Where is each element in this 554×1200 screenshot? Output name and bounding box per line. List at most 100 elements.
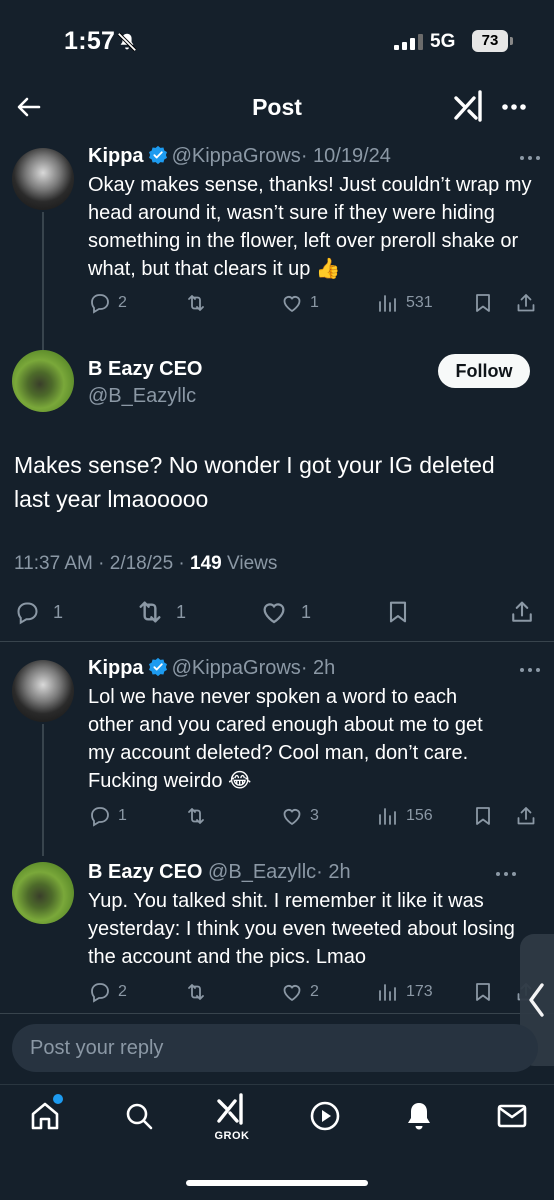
views-count: 149: [190, 553, 222, 574]
reply-button[interactable]: 1: [88, 801, 127, 831]
main-author-handle: @B_Eazyllc: [88, 385, 197, 407]
bookmark-button[interactable]: [471, 801, 495, 831]
chevron-left-icon: [529, 983, 544, 1017]
tab-videos[interactable]: [308, 1099, 348, 1139]
views-icon: [379, 808, 396, 825]
like-button[interactable]: 1: [259, 597, 311, 627]
verified-badge-icon: [148, 657, 167, 677]
avatar[interactable]: [12, 660, 74, 722]
repost-count: 1: [176, 601, 187, 622]
tweet-actions: 2 1 531: [88, 288, 538, 318]
share-icon: [517, 294, 535, 312]
tweet-author-line: Kippa @KippaGrows· 10/19/24: [88, 145, 391, 168]
battery-icon: 73: [472, 30, 508, 52]
reply-icon: [91, 983, 109, 1003]
avatar[interactable]: [12, 148, 74, 210]
heart-icon: [263, 603, 285, 624]
views-count: 156: [406, 807, 433, 824]
avatar[interactable]: [12, 862, 74, 924]
bell-off-icon: [117, 32, 137, 52]
like-count: 3: [310, 807, 319, 824]
grok-icon[interactable]: [452, 88, 488, 124]
repost-icon: [139, 601, 161, 623]
post-timestamp: 11:37 AM · 2/18/25 ·: [14, 553, 191, 574]
views-icon: [379, 984, 396, 1001]
share-button[interactable]: [514, 801, 538, 831]
main-post-actions: 1 1 1: [14, 597, 540, 627]
tweet-more-icon[interactable]: [516, 660, 544, 680]
author-name[interactable]: B Eazy CEO: [88, 861, 202, 883]
tweet-time: · 2h: [300, 657, 336, 679]
repost-button[interactable]: [184, 288, 208, 318]
share-button[interactable]: [514, 288, 538, 318]
reply-icon: [91, 294, 109, 314]
signal-icon: [394, 34, 423, 50]
more-options-icon[interactable]: [498, 92, 530, 122]
reply-icon: [17, 601, 38, 624]
repost-icon: [188, 984, 204, 1000]
reply-button[interactable]: 2: [88, 288, 127, 318]
bookmark-button[interactable]: [471, 288, 495, 318]
views-button[interactable]: 156: [376, 801, 433, 831]
reply-count: 2: [118, 983, 127, 1000]
verified-badge-icon: [148, 145, 167, 165]
author-handle[interactable]: @KippaGrows: [172, 145, 301, 167]
follow-button[interactable]: Follow: [438, 354, 530, 388]
share-button[interactable]: [508, 597, 536, 627]
author-name[interactable]: Kippa: [88, 145, 144, 167]
search-icon: [126, 1103, 153, 1130]
divider: [0, 641, 554, 642]
views-button[interactable]: 531: [376, 288, 433, 318]
tab-messages[interactable]: [495, 1099, 535, 1139]
tab-grok[interactable]: [215, 1091, 255, 1131]
repost-icon: [188, 808, 204, 824]
post-meta: 11:37 AM · 2/18/25 · 149 Views: [14, 553, 277, 575]
bookmark-button[interactable]: [384, 597, 412, 627]
home-icon: [31, 1102, 59, 1130]
repost-button[interactable]: [184, 977, 208, 1007]
tab-notifications[interactable]: [402, 1099, 442, 1139]
tweet-text: Yup. You talked shit. I remember it like…: [88, 890, 515, 968]
like-count: 2: [310, 983, 319, 1000]
views-button[interactable]: 173: [376, 977, 433, 1007]
tweet-text: Okay makes sense, thanks! Just couldn’t …: [88, 174, 532, 280]
like-button[interactable]: 2: [280, 977, 319, 1007]
repost-button[interactable]: [184, 801, 208, 831]
tweet-more-icon[interactable]: [516, 148, 544, 168]
views-icon: [379, 295, 396, 312]
share-icon: [517, 807, 535, 825]
tab-search[interactable]: [122, 1099, 162, 1139]
author-handle[interactable]: @B_Eazyllc: [208, 861, 316, 883]
thread-connector: [42, 724, 44, 856]
repost-icon: [188, 295, 204, 311]
reply-button[interactable]: 1: [14, 597, 63, 627]
reply-input[interactable]: [30, 1024, 520, 1072]
play-circle-icon: [310, 1101, 340, 1131]
tweet-more-icon[interactable]: [492, 864, 520, 884]
reply-composer[interactable]: [12, 1024, 538, 1072]
tweet-time: · 2h: [316, 861, 351, 883]
tab-home[interactable]: [28, 1099, 68, 1139]
bookmark-icon: [476, 983, 490, 1001]
battery-tip: [510, 37, 513, 45]
author-name[interactable]: Kippa: [88, 657, 144, 679]
reply-count: 1: [118, 807, 127, 824]
main-author-name: B Eazy CEO: [88, 358, 203, 380]
reply-button[interactable]: 2: [88, 977, 127, 1007]
notification-dot: [53, 1094, 63, 1104]
home-indicator: [186, 1180, 368, 1186]
share-icon: [512, 601, 532, 622]
bookmark-button[interactable]: [471, 977, 495, 1007]
tweet-time: · 10/19/24: [300, 145, 391, 167]
repost-button[interactable]: 1: [134, 597, 186, 627]
bell-icon: [408, 1103, 430, 1130]
like-button[interactable]: 1: [280, 288, 319, 318]
bookmark-icon: [389, 601, 407, 623]
avatar[interactable]: [12, 350, 74, 412]
grok-tab-label: GROK: [214, 1130, 250, 1142]
bookmark-icon: [476, 807, 490, 825]
top-bar: Post: [0, 82, 554, 132]
author-handle[interactable]: @KippaGrows: [172, 657, 301, 679]
like-button[interactable]: 3: [280, 801, 319, 831]
grok-icon: [217, 1093, 243, 1125]
